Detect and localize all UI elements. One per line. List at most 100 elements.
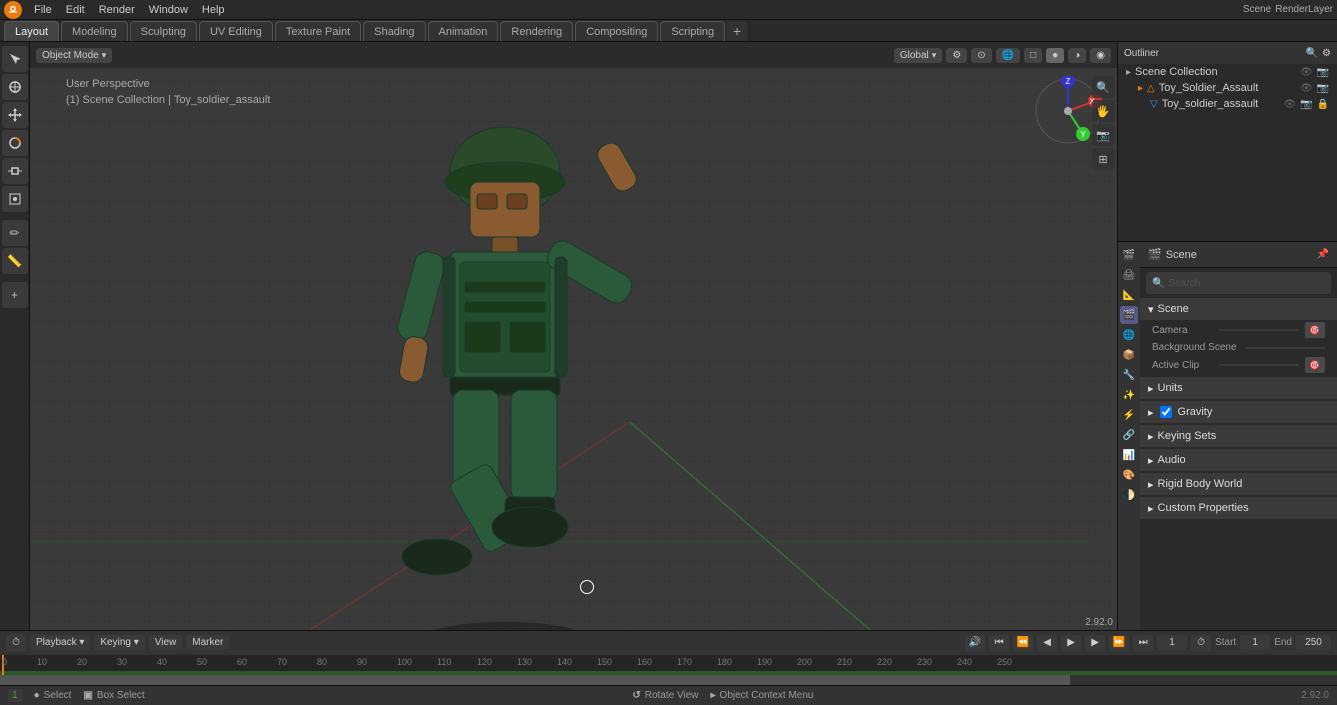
prop-icon-material[interactable]: 🎨 — [1120, 466, 1138, 484]
menu-render[interactable]: Render — [93, 0, 141, 20]
tool-scale[interactable] — [2, 158, 28, 184]
marker-btn[interactable]: Marker — [186, 635, 229, 650]
tab-sculpting[interactable]: Sculpting — [130, 21, 197, 41]
prop-section-audio-header[interactable]: ▸ Audio — [1140, 449, 1337, 471]
global-dropdown[interactable]: Global — [894, 48, 942, 63]
prop-icon-data[interactable]: 📊 — [1120, 446, 1138, 464]
keying-btn[interactable]: Keying ▾ — [94, 635, 144, 650]
menu-window[interactable]: Window — [143, 0, 194, 20]
prop-section-units-header[interactable]: ▸ Units — [1140, 377, 1337, 399]
tl-next-key[interactable]: ▶ — [1085, 635, 1105, 651]
tool-cursor[interactable] — [2, 74, 28, 100]
zoom-out-btn[interactable]: 🔍 — [1092, 76, 1114, 98]
tab-shading[interactable]: Shading — [363, 21, 425, 41]
tool-add[interactable]: + — [2, 282, 28, 308]
tl-dropdown-icon[interactable]: ⏱ — [6, 634, 26, 652]
prop-icon-physics[interactable]: ⚡ — [1120, 406, 1138, 424]
tab-layout[interactable]: Layout — [4, 21, 59, 41]
tl-time-icon[interactable]: ⏱ — [1191, 635, 1211, 651]
toy-soldier-assault-eye[interactable]: 👁 — [1300, 83, 1313, 94]
tab-compositing[interactable]: Compositing — [575, 21, 658, 41]
prop-header-pin[interactable]: 📌 — [1317, 249, 1329, 260]
zoom-in-btn[interactable]: 🖐 — [1092, 100, 1114, 122]
prop-icon-render[interactable]: 🎬 — [1120, 246, 1138, 264]
prop-icon-modifier[interactable]: 🔧 — [1120, 366, 1138, 384]
shading-wire[interactable]: □ — [1024, 48, 1042, 63]
tab-texture[interactable]: Texture Paint — [275, 21, 361, 41]
toy-soldier-mesh-render[interactable]: 🔒 — [1317, 99, 1329, 110]
tab-modeling[interactable]: Modeling — [61, 21, 128, 41]
outliner-filter-icon[interactable]: ⚙ — [1322, 48, 1331, 59]
tab-rendering[interactable]: Rendering — [500, 21, 573, 41]
shading-material[interactable]: ◑ — [1068, 48, 1086, 63]
menu-help[interactable]: Help — [196, 0, 231, 20]
viewport[interactable]: Object Mode Global ⚙ ⊙ 🌐 □ ● ◑ ◉ User Pe… — [30, 42, 1117, 630]
prop-section-keying-sets-header[interactable]: ▸ Keying Sets — [1140, 425, 1337, 447]
tool-transform[interactable] — [2, 186, 28, 212]
add-workspace-button[interactable]: + — [727, 21, 747, 41]
scene-collection-eye[interactable]: 👁 — [1300, 67, 1313, 78]
render-region-btn[interactable]: ⊞ — [1092, 148, 1114, 170]
tl-end-value[interactable]: 250 — [1296, 635, 1331, 650]
tl-audio-toggle[interactable]: 🔊 — [965, 635, 985, 651]
prop-icon-shading[interactable]: 🌓 — [1120, 486, 1138, 504]
tool-move[interactable] — [2, 102, 28, 128]
gravity-checkbox[interactable] — [1160, 406, 1172, 418]
prop-icon-scene[interactable]: 🎬 — [1120, 306, 1138, 324]
prop-icon-output[interactable]: 🖨 — [1120, 266, 1138, 284]
scene-collection-camera[interactable]: 📷 — [1317, 67, 1329, 78]
prop-edit-btn[interactable]: ⊙ — [971, 48, 991, 63]
toy-soldier-mesh-camera[interactable]: 📷 — [1300, 99, 1312, 110]
prop-section-gravity-header[interactable]: ▸ Gravity — [1140, 401, 1337, 423]
outliner-item-scene-collection[interactable]: ▸ Scene Collection 👁 📷 — [1118, 64, 1337, 80]
tool-rotate[interactable] — [2, 130, 28, 156]
tab-animation[interactable]: Animation — [428, 21, 499, 41]
prop-icon-world[interactable]: 🌐 — [1120, 326, 1138, 344]
timeline-ruler[interactable]: 0 10 20 30 40 50 60 70 80 90 100 110 120… — [0, 654, 1337, 675]
playback-btn[interactable]: Playback ▾ — [30, 635, 90, 650]
prop-icon-particles[interactable]: ✨ — [1120, 386, 1138, 404]
overlay-btn[interactable]: 🌐 — [996, 48, 1020, 63]
outliner-search-icon[interactable]: 🔍 — [1306, 48, 1318, 59]
prop-val-camera[interactable] — [1219, 329, 1299, 331]
menu-file[interactable]: File — [28, 0, 58, 20]
toy-soldier-mesh-eye[interactable]: 👁 — [1283, 99, 1296, 110]
prop-icon-view-layer[interactable]: 📐 — [1120, 286, 1138, 304]
camera-view-btn[interactable]: 📷 — [1092, 124, 1114, 146]
tl-prev-key[interactable]: ◀ — [1037, 635, 1057, 651]
tl-prev-frame[interactable]: ⏪ — [1013, 635, 1033, 651]
shading-solid[interactable]: ● — [1046, 48, 1064, 63]
timeline-scrollbar[interactable] — [0, 675, 1337, 685]
prop-val-bg-scene[interactable] — [1245, 347, 1325, 349]
tl-next-frame[interactable]: ⏩ — [1109, 635, 1129, 651]
toy-soldier-assault-camera[interactable]: 📷 — [1317, 83, 1329, 94]
tl-frame-current[interactable]: 1 — [1157, 635, 1187, 650]
tl-skip-start[interactable]: ⏮ — [989, 635, 1009, 651]
prop-icon-constraint[interactable]: 🔗 — [1120, 426, 1138, 444]
outliner-item-toy-soldier-mesh[interactable]: ▽ Toy_soldier_assault 👁 📷 🔒 — [1118, 96, 1337, 112]
prop-icon-object[interactable]: 📦 — [1120, 346, 1138, 364]
shading-render[interactable]: ◉ — [1090, 48, 1111, 63]
view-btn[interactable]: View — [149, 635, 183, 650]
prop-btn-camera[interactable]: 🎯 — [1305, 322, 1325, 338]
tl-skip-end[interactable]: ⏭ — [1133, 635, 1153, 651]
timeline-scrollbar-thumb[interactable] — [0, 675, 1070, 685]
outliner-item-toy-soldier-assault[interactable]: ▸ △ Toy_Soldier_Assault 👁 📷 — [1118, 80, 1337, 96]
snap-btn[interactable]: ⚙ — [946, 48, 967, 63]
tl-start-value[interactable]: 1 — [1240, 635, 1270, 650]
menu-edit[interactable]: Edit — [60, 0, 91, 20]
prop-val-active-clip[interactable] — [1219, 364, 1299, 366]
prop-section-rigid-body-header[interactable]: ▸ Rigid Body World — [1140, 473, 1337, 495]
tl-play[interactable]: ▶ — [1061, 635, 1081, 651]
object-mode-dropdown[interactable]: Object Mode — [36, 48, 112, 63]
tool-select[interactable] — [2, 46, 28, 72]
prop-btn-active-clip[interactable]: 🎯 — [1305, 357, 1325, 373]
prop-section-scene-header[interactable]: ▾ Scene — [1140, 298, 1337, 320]
prop-search[interactable]: 🔍 Search — [1146, 272, 1331, 294]
tab-uv[interactable]: UV Editing — [199, 21, 273, 41]
prop-section-custom-header[interactable]: ▸ Custom Properties — [1140, 497, 1337, 519]
tool-measure[interactable]: 📏 — [2, 248, 28, 274]
properties-header: 🎬 Scene 📌 — [1140, 242, 1337, 268]
tab-scripting[interactable]: Scripting — [660, 21, 725, 41]
tool-annotate[interactable]: ✏ — [2, 220, 28, 246]
